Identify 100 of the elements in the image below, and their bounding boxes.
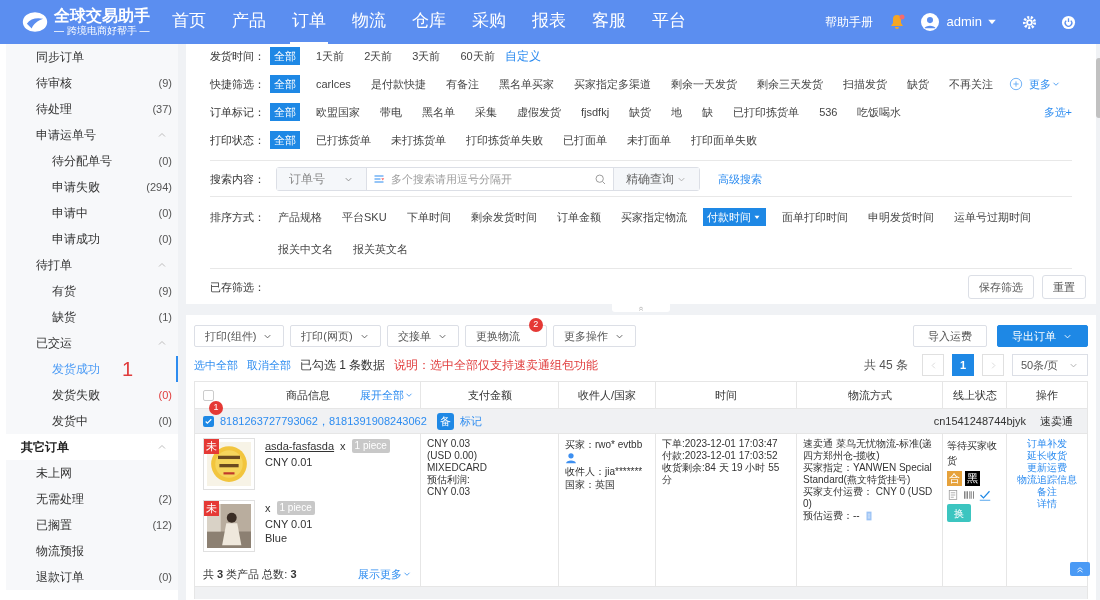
filter-option[interactable]: 黑名单: [418, 103, 459, 121]
search-icon[interactable]: [594, 172, 607, 186]
toolbar-button[interactable]: 打印(组件): [194, 325, 285, 347]
filter-option[interactable]: 全部: [270, 131, 300, 149]
toolbar-button[interactable]: 打印(网页): [290, 325, 381, 347]
filter-option[interactable]: 扫描发货: [838, 75, 891, 93]
filter-option[interactable]: 带电: [376, 103, 406, 121]
multi-select-link[interactable]: 多选+: [1043, 103, 1072, 121]
filter-option[interactable]: 申明发货时间: [863, 208, 938, 226]
settings-icon[interactable]: [1022, 14, 1037, 30]
filter-option[interactable]: 黑名单买家: [494, 75, 558, 93]
filter-option[interactable]: 3天前: [408, 47, 445, 65]
sidebar-item[interactable]: 申请成功 (0): [6, 226, 178, 252]
filter-option[interactable]: 吃饭喝水: [853, 103, 906, 121]
filter-option[interactable]: 下单时间: [402, 208, 455, 226]
collapse-handle[interactable]: [612, 304, 670, 312]
add-icon[interactable]: [1008, 77, 1023, 91]
deselect-all-link[interactable]: 取消全部: [247, 356, 291, 374]
action-link[interactable]: 订单补发: [1027, 438, 1067, 450]
filter-option[interactable]: 报关中文名: [274, 240, 337, 258]
page-size-select[interactable]: 50条/页: [1012, 354, 1088, 376]
sidebar-item[interactable]: 有货 (9): [6, 278, 178, 304]
order-field-select[interactable]: 订单号: [277, 168, 367, 190]
filter-option[interactable]: 地: [667, 103, 687, 121]
filter-option[interactable]: 订单金额: [552, 208, 605, 226]
more-link[interactable]: 更多: [1028, 75, 1061, 93]
sidebar-item[interactable]: 申请中 (0): [6, 200, 178, 226]
filter-option[interactable]: 虚假发货: [513, 103, 565, 121]
sidebar-item[interactable]: 已搁置 (12): [6, 512, 178, 538]
toolbar-button[interactable]: 导入运费: [913, 325, 987, 347]
sidebar-item[interactable]: 待审核 (9): [6, 70, 178, 96]
sidebar-item[interactable]: 申请失败 (294): [6, 174, 178, 200]
select-all-link[interactable]: 选中全部: [194, 356, 238, 374]
custom-link[interactable]: 自定义: [504, 47, 541, 65]
filter-option[interactable]: 剩余发货时间: [466, 208, 541, 226]
page-button[interactable]: 1: [952, 354, 974, 376]
action-link[interactable]: 物流追踪信息: [1017, 474, 1077, 486]
filter-option[interactable]: 已打面单: [559, 131, 611, 149]
product-title-link[interactable]: asda-fasfasda: [265, 439, 335, 453]
filter-option[interactable]: carlces: [312, 75, 355, 93]
power-icon[interactable]: [1061, 14, 1076, 30]
filter-option[interactable]: 缺货: [902, 75, 933, 93]
filter-option[interactable]: 有备注: [441, 75, 483, 93]
action-link[interactable]: 延长收货: [1027, 450, 1067, 462]
filter-option[interactable]: 是付款快捷: [366, 75, 430, 93]
search-bar[interactable]: 订单号 多个搜索请用逗号分隔开 精确查询: [276, 167, 700, 191]
sidebar-item[interactable]: 待处理 (37): [6, 96, 178, 122]
filter-option[interactable]: 不再关注: [944, 75, 997, 93]
filter-option[interactable]: 全部: [270, 47, 300, 65]
filter-action-button[interactable]: 重置: [1042, 275, 1086, 299]
action-link[interactable]: 详情: [1037, 498, 1057, 510]
sidebar-item[interactable]: 发货失败 (0): [6, 382, 178, 408]
filter-option[interactable]: 欧盟国家: [312, 103, 364, 121]
document-icon[interactable]: [947, 489, 959, 501]
checkbox[interactable]: [203, 389, 214, 401]
sidebar-item[interactable]: 已交运: [6, 330, 178, 356]
filter-option[interactable]: fjsdfkj: [577, 103, 614, 121]
filter-option[interactable]: 已打拣货单: [312, 131, 375, 149]
filter-option[interactable]: 打印面单失败: [687, 131, 761, 149]
filter-option[interactable]: 未打拣货单: [387, 131, 450, 149]
filter-option[interactable]: 采集: [471, 103, 501, 121]
checkbox[interactable]: [203, 415, 214, 427]
toolbar-button[interactable]: 交接单: [386, 325, 459, 347]
barcode-icon[interactable]: [963, 489, 975, 501]
filter-option[interactable]: 产品规格: [274, 208, 326, 226]
filter-option[interactable]: 2天前: [360, 47, 397, 65]
filter-option[interactable]: 未打面单: [623, 131, 675, 149]
filter-option[interactable]: 打印拣货单失败: [462, 131, 547, 149]
sidebar-item[interactable]: 物流预报: [6, 538, 178, 564]
sidebar-item[interactable]: 同步订单: [6, 44, 178, 70]
sidebar-item[interactable]: 申请运单号: [6, 122, 178, 148]
filter-action-button[interactable]: 保存筛选: [968, 275, 1034, 299]
sidebar-item[interactable]: 待分配单号 (0): [6, 148, 178, 174]
check-icon[interactable]: [979, 489, 991, 501]
advanced-search-link[interactable]: 高级搜索: [718, 170, 762, 188]
sidebar-item[interactable]: 发货成功 1: [6, 356, 178, 382]
filter-option[interactable]: 1天前: [312, 47, 349, 65]
back-to-top-button[interactable]: [1070, 562, 1090, 576]
filter-option[interactable]: 全部: [270, 103, 300, 121]
action-link[interactable]: 备注: [1037, 486, 1057, 498]
match-mode-select[interactable]: 精确查询: [613, 168, 699, 190]
next-page-button[interactable]: [982, 354, 1004, 376]
sidebar-item[interactable]: 缺货 (1): [6, 304, 178, 330]
filter-option[interactable]: 买家指定多渠道: [569, 75, 655, 93]
sidebar-item[interactable]: 未上网: [6, 460, 178, 486]
prev-page-button[interactable]: [922, 354, 944, 376]
sidebar-item[interactable]: 无需处理 (2): [6, 486, 178, 512]
toolbar-button[interactable]: 导出订单: [997, 325, 1088, 347]
toolbar-button[interactable]: 更多操作: [552, 325, 636, 347]
expand-all-link[interactable]: 展开全部: [360, 386, 414, 404]
filter-option[interactable]: 买家指定物流: [616, 208, 691, 226]
sidebar-item[interactable]: 发货中 (0): [6, 408, 178, 434]
filter-option[interactable]: 运单号过期时间: [949, 208, 1035, 226]
sidebar-item[interactable]: 退款订单 (0): [6, 564, 178, 590]
filter-option[interactable]: 全部: [270, 75, 300, 93]
person-icon[interactable]: [565, 452, 577, 464]
filter-option[interactable]: 剩余三天发货: [752, 75, 827, 93]
filter-option[interactable]: 缺货: [625, 103, 656, 121]
sidebar-item[interactable]: 待打单: [6, 252, 178, 278]
filter-option[interactable]: 536: [815, 103, 842, 121]
